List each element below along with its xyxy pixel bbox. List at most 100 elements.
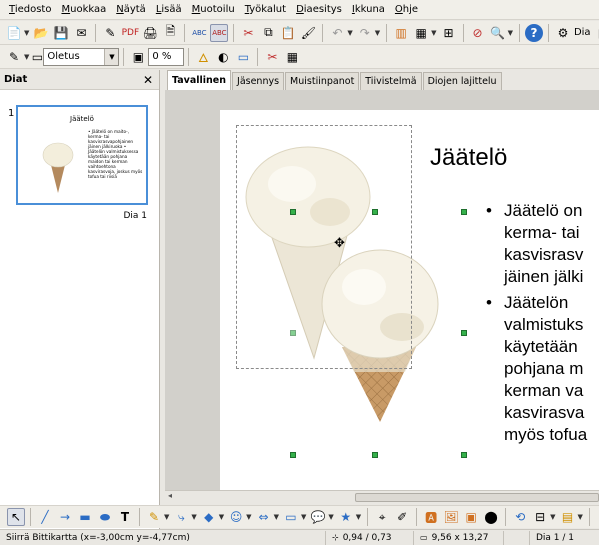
navigator-icon[interactable]: ⊘ — [469, 24, 487, 42]
menu-edit[interactable]: Muokkaa — [56, 0, 111, 20]
text-icon[interactable]: T — [116, 508, 134, 526]
help-icon[interactable]: ? — [524, 23, 543, 42]
menu-slideshow[interactable]: Diaesitys — [291, 0, 347, 20]
symbol-shapes-icon[interactable]: ☺ — [227, 508, 245, 526]
selection-handle[interactable] — [290, 330, 296, 336]
connector-icon[interactable]: ⤷ — [172, 508, 190, 526]
close-icon[interactable]: ✕ — [143, 73, 153, 87]
slide-bullets[interactable]: Jäätelö on kerma- tai kasvisrasv jäinen … — [486, 200, 599, 450]
menu-format[interactable]: Muotoilu — [187, 0, 240, 20]
cut-icon[interactable]: ✂ — [239, 24, 257, 42]
horizontal-scrollbar[interactable]: ◂ — [165, 490, 599, 503]
menu-file[interactable]: Tiedosto — [4, 0, 56, 20]
chevron-down-icon[interactable]: ▼ — [191, 513, 196, 521]
gallery-icon[interactable]: ▣ — [462, 508, 480, 526]
crop-icon[interactable]: ✂ — [263, 48, 281, 66]
chevron-down-icon[interactable]: ▼ — [347, 29, 352, 37]
block-arrows-icon[interactable]: ⇔ — [255, 508, 273, 526]
slide-thumbnail[interactable]: Jäätelö • Jäätelö on maito-, kerma- tai … — [16, 105, 148, 205]
chevron-down-icon[interactable]: ▼ — [578, 513, 583, 521]
effects-icon[interactable]: ⟲ — [511, 508, 529, 526]
paste-icon[interactable]: 📋 — [279, 24, 297, 42]
new-document-icon[interactable]: 📄 — [5, 24, 23, 42]
undo-icon[interactable]: ↶ — [328, 24, 346, 42]
image-filter-icon[interactable]: ▦ — [283, 48, 301, 66]
autospellcheck-icon[interactable]: ABC — [210, 23, 229, 42]
stars-icon[interactable]: ★ — [337, 508, 355, 526]
selection-handle[interactable] — [461, 209, 467, 215]
chevron-down-icon[interactable]: ▼ — [104, 48, 119, 65]
select-arrow-icon[interactable]: ↖ — [7, 508, 25, 526]
chevron-down-icon[interactable]: ▼ — [219, 513, 224, 521]
transparency-field[interactable]: 0 % — [148, 47, 185, 66]
slide-title[interactable]: Jäätelö — [430, 144, 507, 172]
toggle-extrusion-icon[interactable]: ⬤ — [482, 508, 500, 526]
selection-handle[interactable] — [461, 330, 467, 336]
tab-normal[interactable]: Tavallinen — [167, 70, 232, 90]
chevron-down-icon[interactable]: ▼ — [301, 513, 306, 521]
callout-icon[interactable]: 💬 — [309, 508, 327, 526]
selection-handle[interactable] — [372, 452, 378, 458]
edit-file-icon[interactable]: ✎ — [101, 24, 119, 42]
print-icon[interactable]: 🖨 — [141, 24, 159, 42]
align-icon[interactable]: ⊟ — [531, 508, 549, 526]
slide-design-icon[interactable]: ⚙ — [554, 24, 572, 42]
slide-canvas[interactable]: ✥ Jäätelö Jäätelö on kerma- tai kasvisra… — [220, 110, 599, 490]
fontwork-icon[interactable]: 🅰 — [422, 508, 440, 526]
selection-handle[interactable] — [290, 452, 296, 458]
arrow-line-icon[interactable]: → — [56, 508, 74, 526]
points-icon[interactable]: ⌖ — [373, 508, 391, 526]
chevron-down-icon[interactable]: ▼ — [274, 513, 279, 521]
from-file-icon[interactable]: 🖼 — [442, 508, 460, 526]
tab-outline[interactable]: Jäsennys — [232, 72, 285, 90]
extrusion-icon[interactable]: ⬚ — [595, 508, 599, 526]
style-icon[interactable]: ✎ — [5, 48, 23, 66]
area-style-icon[interactable]: ▭ — [32, 48, 43, 66]
chevron-down-icon[interactable]: ▼ — [550, 513, 555, 521]
menu-help[interactable]: Ohje — [390, 0, 423, 20]
ellipse-icon[interactable]: ⬬ — [96, 508, 114, 526]
spellcheck-icon[interactable]: ABC — [190, 24, 208, 42]
slide-layout-icon[interactable]: ▤ — [595, 24, 599, 42]
chevron-down-icon[interactable]: ▼ — [24, 53, 29, 61]
chevron-down-icon[interactable]: ▼ — [328, 513, 333, 521]
display-grid-icon[interactable]: ⊞ — [440, 24, 458, 42]
shadow-icon[interactable]: ◐ — [214, 48, 232, 66]
menu-insert[interactable]: Lisää — [151, 0, 187, 20]
print-preview-icon[interactable]: 🗎 — [161, 24, 179, 42]
export-pdf-icon[interactable]: PDF — [121, 24, 140, 42]
basic-shapes-icon[interactable]: ◆ — [200, 508, 218, 526]
tab-notes[interactable]: Muistiinpanot — [285, 72, 360, 90]
dia-button-label[interactable]: Dia — [574, 27, 591, 38]
chevron-down-icon[interactable]: ▼ — [508, 29, 513, 37]
chart-icon[interactable]: ▥ — [392, 24, 410, 42]
copy-icon[interactable]: ⧉ — [259, 24, 277, 42]
area-fill-icon[interactable]: 🜂 — [194, 48, 212, 66]
chevron-down-icon[interactable]: ▼ — [164, 513, 169, 521]
open-folder-icon[interactable]: 📂 — [32, 24, 50, 42]
redo-icon[interactable]: ↷ — [356, 24, 374, 42]
chevron-down-icon[interactable]: ▼ — [356, 513, 361, 521]
chevron-down-icon[interactable]: ▼ — [24, 29, 29, 37]
tab-handout[interactable]: Tiivistelmä — [360, 72, 422, 90]
flowchart-icon[interactable]: ▭ — [282, 508, 300, 526]
save-icon[interactable]: 💾 — [52, 24, 70, 42]
arrange-icon[interactable]: ▤ — [559, 508, 577, 526]
selection-handle[interactable] — [461, 452, 467, 458]
selection-handle[interactable] — [372, 209, 378, 215]
chevron-down-icon[interactable]: ▼ — [431, 29, 436, 37]
menu-tools[interactable]: Työkalut — [240, 0, 291, 20]
menu-view[interactable]: Näytä — [111, 0, 151, 20]
chevron-down-icon[interactable]: ▼ — [246, 513, 251, 521]
gluepoint-icon[interactable]: ✐ — [393, 508, 411, 526]
style-select[interactable]: Oletus ▼ — [43, 47, 120, 66]
curve-icon[interactable]: ✎ — [145, 508, 163, 526]
table-icon[interactable]: ▦ — [412, 24, 430, 42]
clone-formatting-icon[interactable]: 🖌 — [299, 24, 317, 42]
tab-slide-sorter[interactable]: Diojen lajittelu — [422, 72, 502, 90]
line-tool-icon[interactable]: ╱ — [36, 508, 54, 526]
scroll-left-icon[interactable]: ◂ — [168, 491, 172, 500]
zoom-icon[interactable]: 🔍 — [489, 24, 507, 42]
rectangle-icon[interactable]: ▬ — [76, 508, 94, 526]
chevron-down-icon[interactable]: ▼ — [375, 29, 380, 37]
